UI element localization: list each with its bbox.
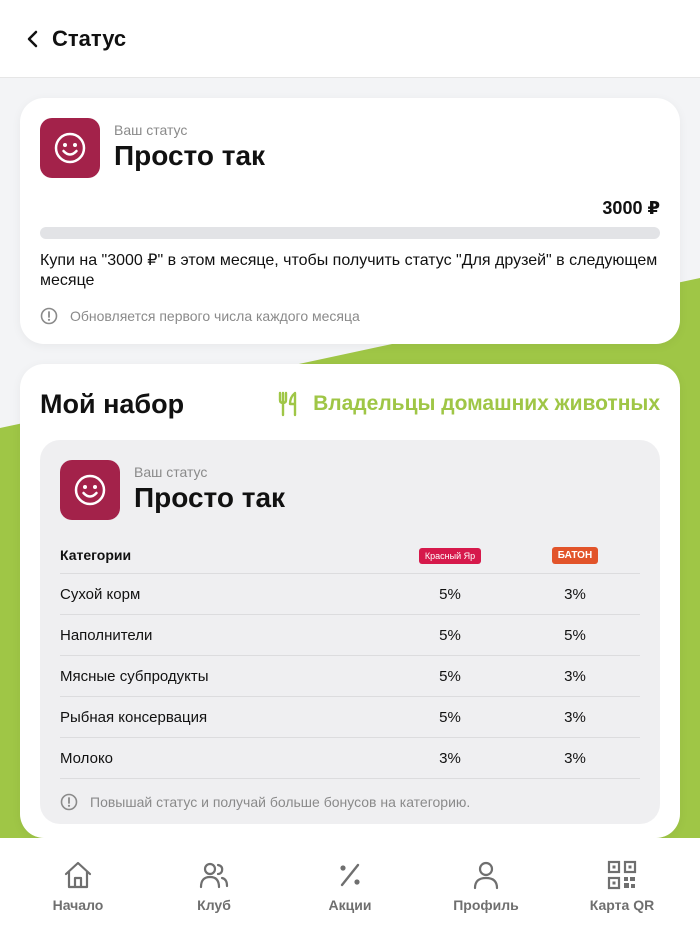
table-header-row: Категории Красный Яр БАТОН: [60, 536, 640, 574]
nav-item-promotions[interactable]: Акции: [295, 859, 405, 913]
category-name: Сухой корм: [60, 585, 141, 603]
set-category-label: Владельцы домашних животных: [313, 392, 660, 415]
nav-item-club[interactable]: Клуб: [159, 859, 269, 913]
nav-label: Карта QR: [589, 897, 655, 913]
set-note: Повышай статус и получай больше бонусов …: [60, 793, 640, 811]
percent-icon: [340, 863, 360, 887]
status-avatar: [40, 118, 100, 178]
category-name: Наполнители: [60, 626, 153, 644]
brand-badge-baton: БАТОН: [551, 547, 599, 564]
info-icon: [60, 793, 78, 811]
status-note: Обновляется первого числа каждого месяца: [40, 307, 660, 325]
status-card: Ваш статус Просто так 3000 ₽ Купи на "30…: [20, 98, 680, 344]
bonus-value-a: 5%: [439, 585, 461, 603]
fork-knife-icon: [278, 391, 297, 417]
table-row: Молоко 3% 3%: [60, 738, 640, 779]
set-category-link[interactable]: Владельцы домашних животных: [277, 391, 660, 417]
my-set-title: Мой набор: [40, 388, 185, 419]
categories-header: Категории: [60, 546, 132, 563]
status-caption: Ваш статус: [114, 122, 188, 138]
users-icon: [199, 862, 229, 889]
bonus-value-b: 3%: [564, 667, 586, 685]
profile-icon: [473, 861, 499, 890]
nav-item-profile[interactable]: Профиль: [431, 859, 541, 913]
nav-item-home[interactable]: Начало: [23, 859, 133, 913]
table-row: Наполнители 5% 5%: [60, 615, 640, 656]
smile-icon: [54, 132, 86, 164]
bonus-value-b: 3%: [564, 749, 586, 767]
set-status-name: Просто так: [134, 482, 286, 513]
status-note-text: Обновляется первого числа каждого месяца: [70, 308, 360, 324]
set-status-caption: Ваш статус: [134, 464, 208, 480]
smile-icon: [74, 474, 106, 506]
status-name: Просто так: [114, 140, 266, 171]
qr-icon: [607, 860, 637, 890]
bonus-value-b: 3%: [564, 585, 586, 603]
set-status-avatar: [60, 460, 120, 520]
target-amount: 3000 ₽: [602, 198, 660, 218]
category-name: Рыбная консервация: [60, 708, 208, 726]
my-set-card: Мой набор Владельцы домашних животных Ва…: [20, 364, 680, 838]
category-name: Мясные субпродукты: [60, 667, 209, 685]
set-note-text: Повышай статус и получай больше бонусов …: [90, 794, 471, 810]
top-bar: Статус: [0, 0, 700, 78]
home-icon: [64, 861, 92, 889]
brand-badge-krasny-yar: Красный Яр: [418, 547, 482, 564]
page-title: Статус: [52, 25, 127, 51]
bonus-value-a: 5%: [439, 626, 461, 644]
nav-item-qr-card[interactable]: Карта QR: [567, 859, 677, 913]
table-row: Сухой корм 5% 3%: [60, 574, 640, 615]
bonus-table: Категории Красный Яр БАТОН Сухой корм 5%…: [60, 536, 640, 779]
nav-label: Клуб: [197, 897, 231, 913]
nav-label: Профиль: [453, 897, 519, 913]
bonus-value-a: 3%: [439, 749, 461, 767]
status-info-text: Купи на "3000 ₽" в этом месяце, чтобы по…: [40, 252, 658, 289]
category-name: Молоко: [60, 749, 114, 767]
nav-label: Начало: [52, 897, 104, 913]
table-row: Мясные субпродукты 5% 3%: [60, 656, 640, 697]
bonus-value-a: 5%: [439, 708, 461, 726]
set-details-panel: Ваш статус Просто так Категории Красный …: [40, 440, 660, 824]
table-row: Рыбная консервация 5% 3%: [60, 697, 640, 738]
info-icon: [40, 307, 58, 325]
nav-label: Акции: [328, 897, 372, 913]
bonus-value-a: 5%: [439, 667, 461, 685]
back-chevron-icon[interactable]: [22, 28, 44, 50]
bonus-value-b: 3%: [564, 708, 586, 726]
status-progress-bar: [40, 227, 660, 239]
bottom-navigation: Начало Клуб Акции Профиль Карта QR: [0, 838, 700, 934]
bonus-value-b: 5%: [564, 626, 586, 644]
